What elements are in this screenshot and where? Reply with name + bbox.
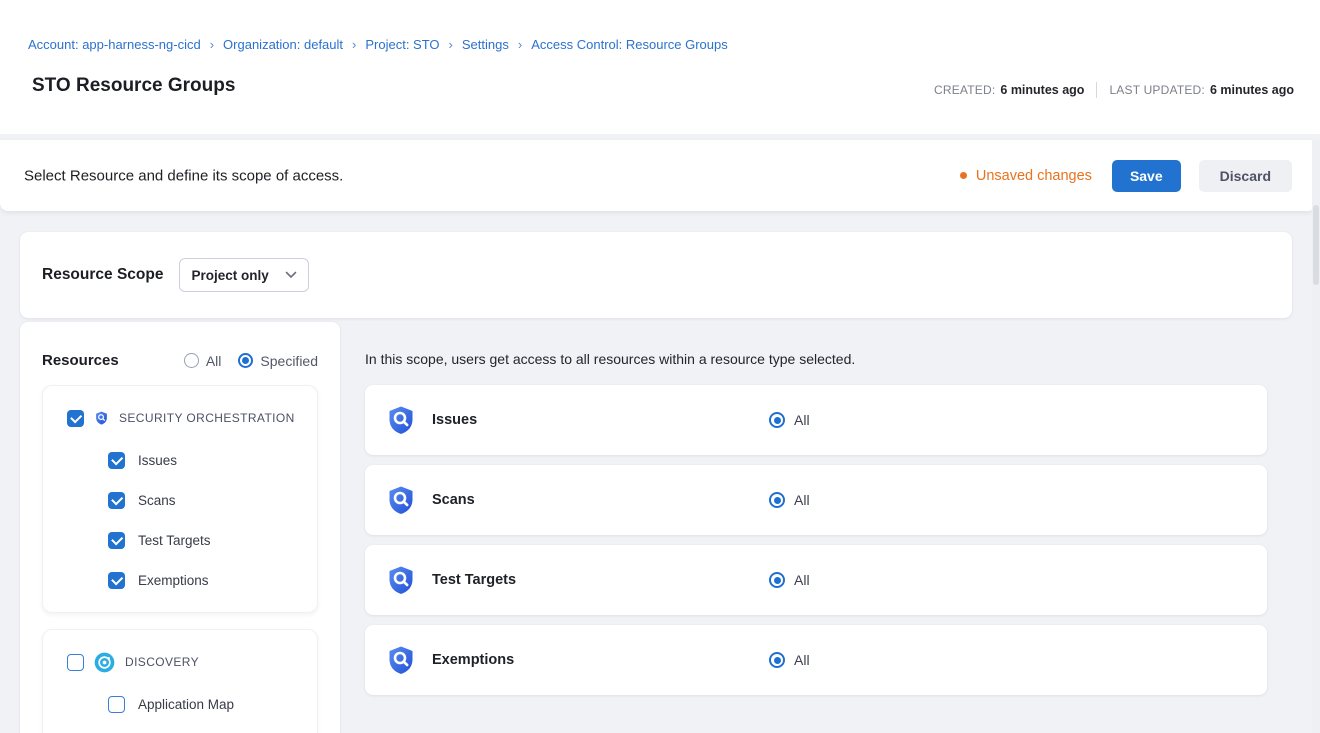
created-label: CREATED: xyxy=(934,83,995,97)
resources-mode-all-option[interactable]: All xyxy=(184,353,222,369)
test-targets-checkbox[interactable] xyxy=(108,532,125,549)
group-label-discovery: DISCOVERY xyxy=(125,655,199,669)
resource-scope-select[interactable]: Project only xyxy=(179,258,309,292)
group-card-discovery: DISCOVERY Application Map xyxy=(42,629,318,733)
radio-all-icon[interactable] xyxy=(769,652,785,668)
breadcrumb-settings-link[interactable]: Settings xyxy=(462,37,509,52)
group-card-security-orchestration: SECURITY ORCHESTRATION Issues Scans Test… xyxy=(42,385,318,613)
header-meta: CREATED: 6 minutes ago LAST UPDATED: 6 m… xyxy=(934,82,1294,98)
access-all-label: All xyxy=(794,572,810,588)
resource-scope-selected-value: Project only xyxy=(191,268,268,283)
page-title: STO Resource Groups xyxy=(32,75,235,97)
resource-row-issues-label: Issues xyxy=(432,412,477,428)
created-value: 6 minutes ago xyxy=(1000,83,1084,97)
resource-row-exemptions: Exemptions All xyxy=(365,625,1267,695)
chevron-down-icon xyxy=(285,271,297,279)
scans-checkbox[interactable] xyxy=(108,492,125,509)
resource-row-test-targets: Test Targets All xyxy=(365,545,1267,615)
scans-label: Scans xyxy=(138,493,176,508)
application-map-checkbox[interactable] xyxy=(108,696,125,713)
breadcrumb-organization-link[interactable]: Organization: default xyxy=(223,37,343,52)
access-all-label: All xyxy=(794,412,810,428)
resources-title: Resources xyxy=(42,352,119,369)
sto-shield-icon xyxy=(385,643,417,677)
discovery-radar-icon xyxy=(94,652,115,673)
resources-mode-radio-group: All Specified xyxy=(184,353,318,369)
resource-scope-label: Resource Scope xyxy=(42,266,163,284)
access-all-label: All xyxy=(794,492,810,508)
sto-shield-icon xyxy=(385,563,417,597)
discovery-checkbox[interactable] xyxy=(67,654,84,671)
security-orchestration-checkbox[interactable] xyxy=(67,410,84,427)
breadcrumb-separator-icon: › xyxy=(518,37,522,52)
application-map-label: Application Map xyxy=(138,697,234,712)
resource-row-test-targets-access[interactable]: All xyxy=(769,572,810,588)
tree-item-issues[interactable]: Issues xyxy=(43,440,317,480)
vertical-scrollbar[interactable] xyxy=(1312,140,1320,733)
tree-item-scans[interactable]: Scans xyxy=(43,480,317,520)
exemptions-checkbox[interactable] xyxy=(108,572,125,589)
radio-specified-icon[interactable] xyxy=(238,353,253,368)
tree-item-exemptions[interactable]: Exemptions xyxy=(43,560,317,600)
group-label-security-orchestration: SECURITY ORCHESTRATION xyxy=(119,411,295,425)
sto-shield-icon xyxy=(385,483,417,517)
breadcrumb-separator-icon: › xyxy=(352,37,356,52)
tree-item-application-map[interactable]: Application Map xyxy=(43,684,317,724)
last-updated-label: LAST UPDATED: xyxy=(1109,83,1205,97)
issues-checkbox[interactable] xyxy=(108,452,125,469)
breadcrumb-account-link[interactable]: Account: app-harness-ng-cicd xyxy=(28,37,201,52)
resource-row-scans-label: Scans xyxy=(432,492,475,508)
group-row-security-orchestration[interactable]: SECURITY ORCHESTRATION xyxy=(43,396,317,440)
radio-all-icon[interactable] xyxy=(769,572,785,588)
resource-row-scans: Scans All xyxy=(365,465,1267,535)
tree-item-test-targets[interactable]: Test Targets xyxy=(43,520,317,560)
resource-scope-card: Resource Scope Project only xyxy=(20,232,1292,318)
scope-access-description: In this scope, users get access to all r… xyxy=(365,351,855,367)
toolbar-description: Select Resource and define its scope of … xyxy=(24,167,343,184)
radio-all-icon[interactable] xyxy=(769,492,785,508)
test-targets-label: Test Targets xyxy=(138,533,211,548)
breadcrumb: Account: app-harness-ng-cicd › Organizat… xyxy=(28,37,728,52)
resource-row-issues-access[interactable]: All xyxy=(769,412,810,428)
sto-shield-icon xyxy=(385,403,417,437)
breadcrumb-project-link[interactable]: Project: STO xyxy=(365,37,439,52)
radio-specified-label: Specified xyxy=(260,353,318,369)
radio-all-icon[interactable] xyxy=(769,412,785,428)
issues-label: Issues xyxy=(138,453,177,468)
resource-row-scans-access[interactable]: All xyxy=(769,492,810,508)
sto-shield-icon xyxy=(94,410,109,426)
unsaved-changes-label: Unsaved changes xyxy=(976,168,1092,184)
resource-row-issues: Issues All xyxy=(365,385,1267,455)
meta-divider xyxy=(1096,82,1097,98)
action-toolbar: Select Resource and define its scope of … xyxy=(0,140,1316,211)
resources-panel: Resources All Specified xyxy=(20,322,340,733)
unsaved-changes-dot-icon xyxy=(960,172,967,179)
resource-row-exemptions-label: Exemptions xyxy=(432,652,514,668)
breadcrumb-separator-icon: › xyxy=(449,37,453,52)
access-all-label: All xyxy=(794,652,810,668)
resource-row-test-targets-label: Test Targets xyxy=(432,572,516,588)
breadcrumb-access-control-link[interactable]: Access Control: Resource Groups xyxy=(531,37,728,52)
radio-all-label: All xyxy=(206,353,222,369)
save-button[interactable]: Save xyxy=(1112,160,1181,192)
discard-button[interactable]: Discard xyxy=(1199,160,1292,192)
breadcrumb-separator-icon: › xyxy=(210,37,214,52)
resources-mode-specified-option[interactable]: Specified xyxy=(238,353,318,369)
resource-groups-page: Account: app-harness-ng-cicd › Organizat… xyxy=(0,0,1320,733)
group-row-discovery[interactable]: DISCOVERY xyxy=(43,640,317,684)
scrollbar-thumb[interactable] xyxy=(1313,205,1319,285)
toolbar-actions: Unsaved changes Save Discard xyxy=(960,160,1292,192)
radio-all-icon[interactable] xyxy=(184,353,199,368)
resource-row-exemptions-access[interactable]: All xyxy=(769,652,810,668)
page-header: Account: app-harness-ng-cicd › Organizat… xyxy=(0,0,1320,134)
exemptions-label: Exemptions xyxy=(138,573,209,588)
last-updated-value: 6 minutes ago xyxy=(1210,83,1294,97)
resources-panel-header: Resources All Specified xyxy=(42,322,318,369)
